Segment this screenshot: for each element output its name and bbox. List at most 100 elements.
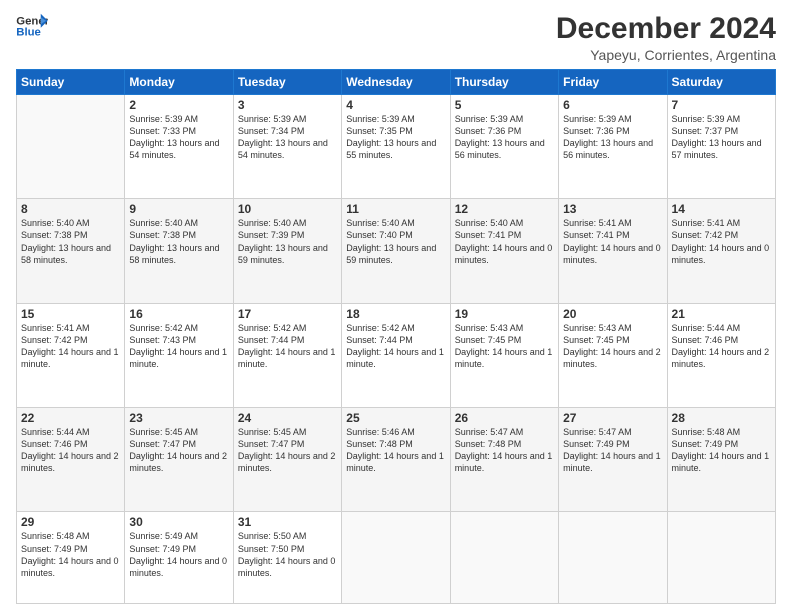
table-row — [450, 512, 558, 604]
day-number: 21 — [672, 307, 771, 321]
day-number: 11 — [346, 202, 445, 216]
col-saturday: Saturday — [667, 70, 775, 95]
day-number: 10 — [238, 202, 337, 216]
day-number: 13 — [563, 202, 662, 216]
col-tuesday: Tuesday — [233, 70, 341, 95]
table-row: 25Sunrise: 5:46 AMSunset: 7:48 PMDayligh… — [342, 408, 450, 512]
day-number: 31 — [238, 515, 337, 529]
table-row: 10 Sunrise: 5:40 AMSunset: 7:39 PMDayligh… — [233, 199, 341, 303]
cell-info: Sunrise: 5:49 AMSunset: 7:49 PMDaylight:… — [129, 531, 227, 577]
day-number: 18 — [346, 307, 445, 321]
cell-info: Sunrise: 5:48 AMSunset: 7:49 PMDaylight:… — [21, 531, 119, 577]
cell-info: Sunrise: 5:41 AMSunset: 7:42 PMDaylight:… — [21, 323, 119, 369]
day-number: 27 — [563, 411, 662, 425]
day-number: 3 — [238, 98, 337, 112]
day-number: 30 — [129, 515, 228, 529]
cell-info: Sunrise: 5:40 AMSunset: 7:41 PMDaylight:… — [455, 218, 553, 264]
table-row: 29 Sunrise: 5:48 AMSunset: 7:49 PMDayligh… — [17, 512, 125, 604]
table-row: 30 Sunrise: 5:49 AMSunset: 7:49 PMDayligh… — [125, 512, 233, 604]
calendar-header: Sunday Monday Tuesday Wednesday Thursday… — [17, 70, 776, 95]
day-number: 25 — [346, 411, 445, 425]
day-number: 5 — [455, 98, 554, 112]
cell-info: Sunrise: 5:39 AMSunset: 7:34 PMDaylight:… — [238, 114, 328, 160]
table-row: 7 Sunrise: 5:39 AMSunset: 7:37 PMDaylight… — [667, 95, 775, 199]
day-number: 29 — [21, 515, 120, 529]
table-row: 5 Sunrise: 5:39 AMSunset: 7:36 PMDaylight… — [450, 95, 558, 199]
table-row — [667, 512, 775, 604]
table-row: 8 Sunrise: 5:40 AMSunset: 7:38 PMDaylight… — [17, 199, 125, 303]
day-number: 7 — [672, 98, 771, 112]
table-row: 23Sunrise: 5:45 AMSunset: 7:47 PMDayligh… — [125, 408, 233, 512]
table-row: 11 Sunrise: 5:40 AMSunset: 7:40 PMDayligh… — [342, 199, 450, 303]
table-row: 27 Sunrise: 5:47 AMSunset: 7:49 PMDayligh… — [559, 408, 667, 512]
cell-info: Sunrise: 5:40 AMSunset: 7:38 PMDaylight:… — [21, 218, 111, 264]
table-row: 26 Sunrise: 5:47 AMSunset: 7:48 PMDayligh… — [450, 408, 558, 512]
cell-info: Sunrise: 5:48 AMSunset: 7:49 PMDaylight:… — [672, 427, 770, 473]
cell-info: Sunrise: 5:42 AMSunset: 7:44 PMDaylight:… — [238, 323, 336, 369]
day-number: 28 — [672, 411, 771, 425]
col-sunday: Sunday — [17, 70, 125, 95]
cell-info: Sunrise: 5:39 AMSunset: 7:37 PMDaylight:… — [672, 114, 762, 160]
day-number: 6 — [563, 98, 662, 112]
table-row: 20 Sunrise: 5:43 AMSunset: 7:45 PMDayligh… — [559, 303, 667, 407]
cell-info: Sunrise: 5:39 AMSunset: 7:36 PMDaylight:… — [455, 114, 545, 160]
cell-info: Sunrise: 5:47 AMSunset: 7:49 PMDaylight:… — [563, 427, 661, 473]
table-row: 4 Sunrise: 5:39 AMSunset: 7:35 PMDaylight… — [342, 95, 450, 199]
day-number: 22 — [21, 411, 120, 425]
day-number: 17 — [238, 307, 337, 321]
table-row — [342, 512, 450, 604]
table-row: 18 Sunrise: 5:42 AMSunset: 7:44 PMDayligh… — [342, 303, 450, 407]
day-number: 12 — [455, 202, 554, 216]
day-number: 24 — [238, 411, 337, 425]
cell-info: Sunrise: 5:39 AMSunset: 7:35 PMDaylight:… — [346, 114, 436, 160]
cell-info: Sunrise: 5:50 AMSunset: 7:50 PMDaylight:… — [238, 531, 336, 577]
day-number: 16 — [129, 307, 228, 321]
day-number: 23 — [129, 411, 228, 425]
cell-info: Sunrise: 5:45 AMSunset: 7:47 PMDaylight:… — [238, 427, 336, 473]
calendar-table: Sunday Monday Tuesday Wednesday Thursday… — [16, 69, 776, 604]
day-number: 19 — [455, 307, 554, 321]
col-thursday: Thursday — [450, 70, 558, 95]
col-wednesday: Wednesday — [342, 70, 450, 95]
table-row — [559, 512, 667, 604]
cell-info: Sunrise: 5:44 AMSunset: 7:46 PMDaylight:… — [21, 427, 119, 473]
table-row: 2 Sunrise: 5:39 AMSunset: 7:33 PMDaylight… — [125, 95, 233, 199]
cell-info: Sunrise: 5:43 AMSunset: 7:45 PMDaylight:… — [563, 323, 661, 369]
header: General Blue December 2024 Yapeyu, Corri… — [16, 12, 776, 63]
subtitle: Yapeyu, Corrientes, Argentina — [556, 47, 776, 63]
cell-info: Sunrise: 5:39 AMSunset: 7:33 PMDaylight:… — [129, 114, 219, 160]
cell-info: Sunrise: 5:43 AMSunset: 7:45 PMDaylight:… — [455, 323, 553, 369]
cell-info: Sunrise: 5:40 AMSunset: 7:39 PMDaylight:… — [238, 218, 328, 264]
col-monday: Monday — [125, 70, 233, 95]
day-number: 8 — [21, 202, 120, 216]
table-row: 14Sunrise: 5:41 AMSunset: 7:42 PMDayligh… — [667, 199, 775, 303]
cell-info: Sunrise: 5:47 AMSunset: 7:48 PMDaylight:… — [455, 427, 553, 473]
day-number: 20 — [563, 307, 662, 321]
cell-info: Sunrise: 5:42 AMSunset: 7:43 PMDaylight:… — [129, 323, 227, 369]
day-number: 2 — [129, 98, 228, 112]
svg-text:Blue: Blue — [16, 27, 41, 39]
table-row: 28 Sunrise: 5:48 AMSunset: 7:49 PMDayligh… — [667, 408, 775, 512]
table-row — [17, 95, 125, 199]
main-title: December 2024 — [556, 12, 776, 45]
title-area: December 2024 Yapeyu, Corrientes, Argent… — [556, 12, 776, 63]
table-row: 31 Sunrise: 5:50 AMSunset: 7:50 PMDayligh… — [233, 512, 341, 604]
cell-info: Sunrise: 5:40 AMSunset: 7:40 PMDaylight:… — [346, 218, 436, 264]
day-number: 9 — [129, 202, 228, 216]
table-row: 13 Sunrise: 5:41 AMSunset: 7:41 PMDayligh… — [559, 199, 667, 303]
cell-info: Sunrise: 5:40 AMSunset: 7:38 PMDaylight:… — [129, 218, 219, 264]
logo-icon: General Blue — [16, 12, 48, 40]
table-row: 22 Sunrise: 5:44 AMSunset: 7:46 PMDayligh… — [17, 408, 125, 512]
table-row: 24 Sunrise: 5:45 AMSunset: 7:47 PMDayligh… — [233, 408, 341, 512]
day-number: 26 — [455, 411, 554, 425]
table-row: 9 Sunrise: 5:40 AMSunset: 7:38 PMDaylight… — [125, 199, 233, 303]
cell-info: Sunrise: 5:42 AMSunset: 7:44 PMDaylight:… — [346, 323, 444, 369]
day-number: 4 — [346, 98, 445, 112]
day-number: 14 — [672, 202, 771, 216]
cell-info: Sunrise: 5:39 AMSunset: 7:36 PMDaylight:… — [563, 114, 653, 160]
col-friday: Friday — [559, 70, 667, 95]
table-row: 6 Sunrise: 5:39 AMSunset: 7:36 PMDaylight… — [559, 95, 667, 199]
cell-info: Sunrise: 5:41 AMSunset: 7:41 PMDaylight:… — [563, 218, 661, 264]
table-row: 3 Sunrise: 5:39 AMSunset: 7:34 PMDaylight… — [233, 95, 341, 199]
table-row: 21Sunrise: 5:44 AMSunset: 7:46 PMDayligh… — [667, 303, 775, 407]
